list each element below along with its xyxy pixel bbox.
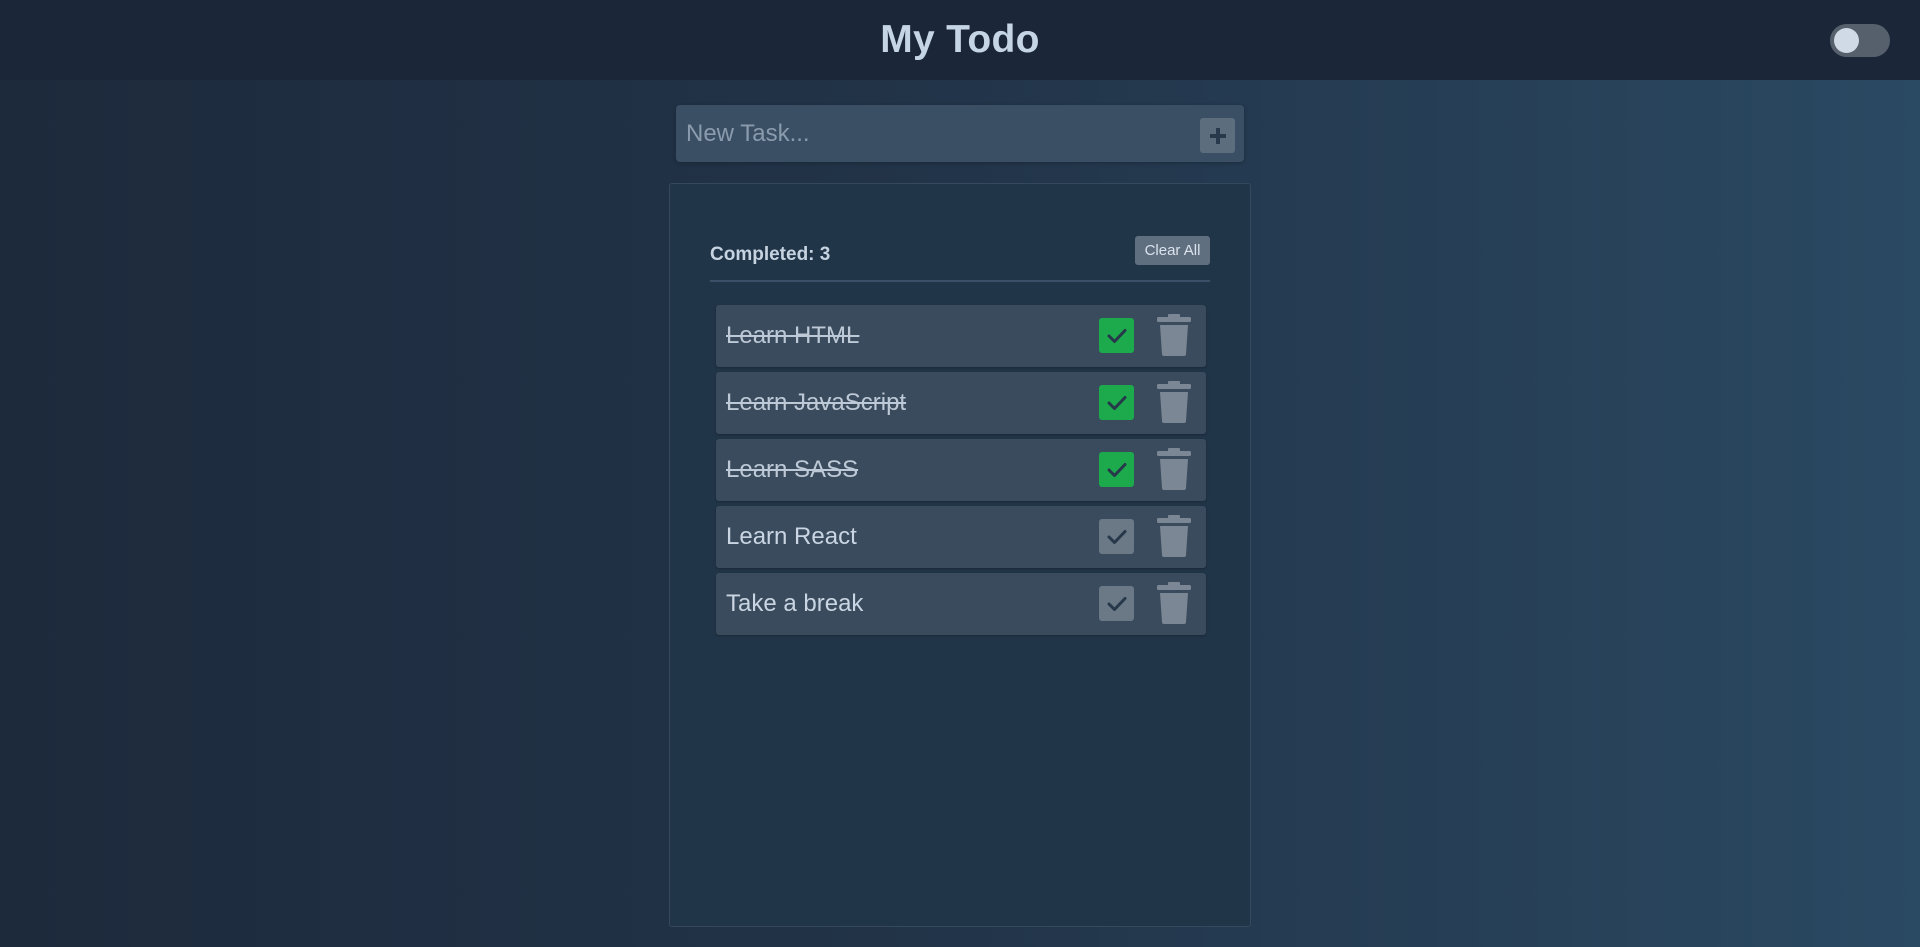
todo-text: Learn HTML [726,322,860,349]
app-header: My Todo [0,0,1920,80]
delete-button[interactable] [1156,381,1192,423]
todo-panel: Completed: 3 Clear All Learn HTML Learn … [669,183,1251,927]
todo-list: Learn HTML Learn JavaScript Learn SASS L… [716,305,1206,640]
check-icon [1107,328,1126,343]
check-icon [1107,395,1126,410]
check-icon [1107,529,1126,544]
summary-bar: Completed: 3 Clear All [710,236,1210,282]
app-title: My Todo [880,18,1040,61]
completed-counter: Completed: 3 [710,244,830,266]
plus-icon [1209,127,1226,144]
complete-toggle-button[interactable] [1099,385,1134,420]
complete-toggle-button[interactable] [1099,452,1134,487]
trash-icon [1157,515,1191,557]
toggle-knob [1834,28,1859,53]
complete-toggle-button[interactable] [1099,519,1134,554]
add-task-button[interactable] [1200,118,1235,153]
check-icon [1107,596,1126,611]
complete-toggle-button[interactable] [1099,318,1134,353]
new-task-bar [676,105,1244,162]
complete-toggle-button[interactable] [1099,586,1134,621]
trash-icon [1157,381,1191,423]
delete-button[interactable] [1156,582,1192,624]
delete-button[interactable] [1156,448,1192,490]
trash-icon [1157,582,1191,624]
todo-item: Learn React [716,506,1206,568]
theme-toggle[interactable] [1830,24,1890,57]
todo-item: Learn SASS [716,439,1206,501]
todo-item: Learn JavaScript [716,372,1206,434]
todo-text: Learn React [726,523,857,550]
check-icon [1107,462,1126,477]
todo-item: Take a break [716,573,1206,635]
new-task-input[interactable] [686,115,1186,152]
todo-text: Take a break [726,590,864,617]
clear-all-button[interactable]: Clear All [1135,236,1210,265]
todo-text: Learn JavaScript [726,389,907,416]
trash-icon [1157,314,1191,356]
completed-count: 3 [819,244,831,265]
todo-text: Learn SASS [726,456,859,483]
delete-button[interactable] [1156,515,1192,557]
completed-label: Completed: [710,244,815,265]
todo-item: Learn HTML [716,305,1206,367]
delete-button[interactable] [1156,314,1192,356]
trash-icon [1157,448,1191,490]
